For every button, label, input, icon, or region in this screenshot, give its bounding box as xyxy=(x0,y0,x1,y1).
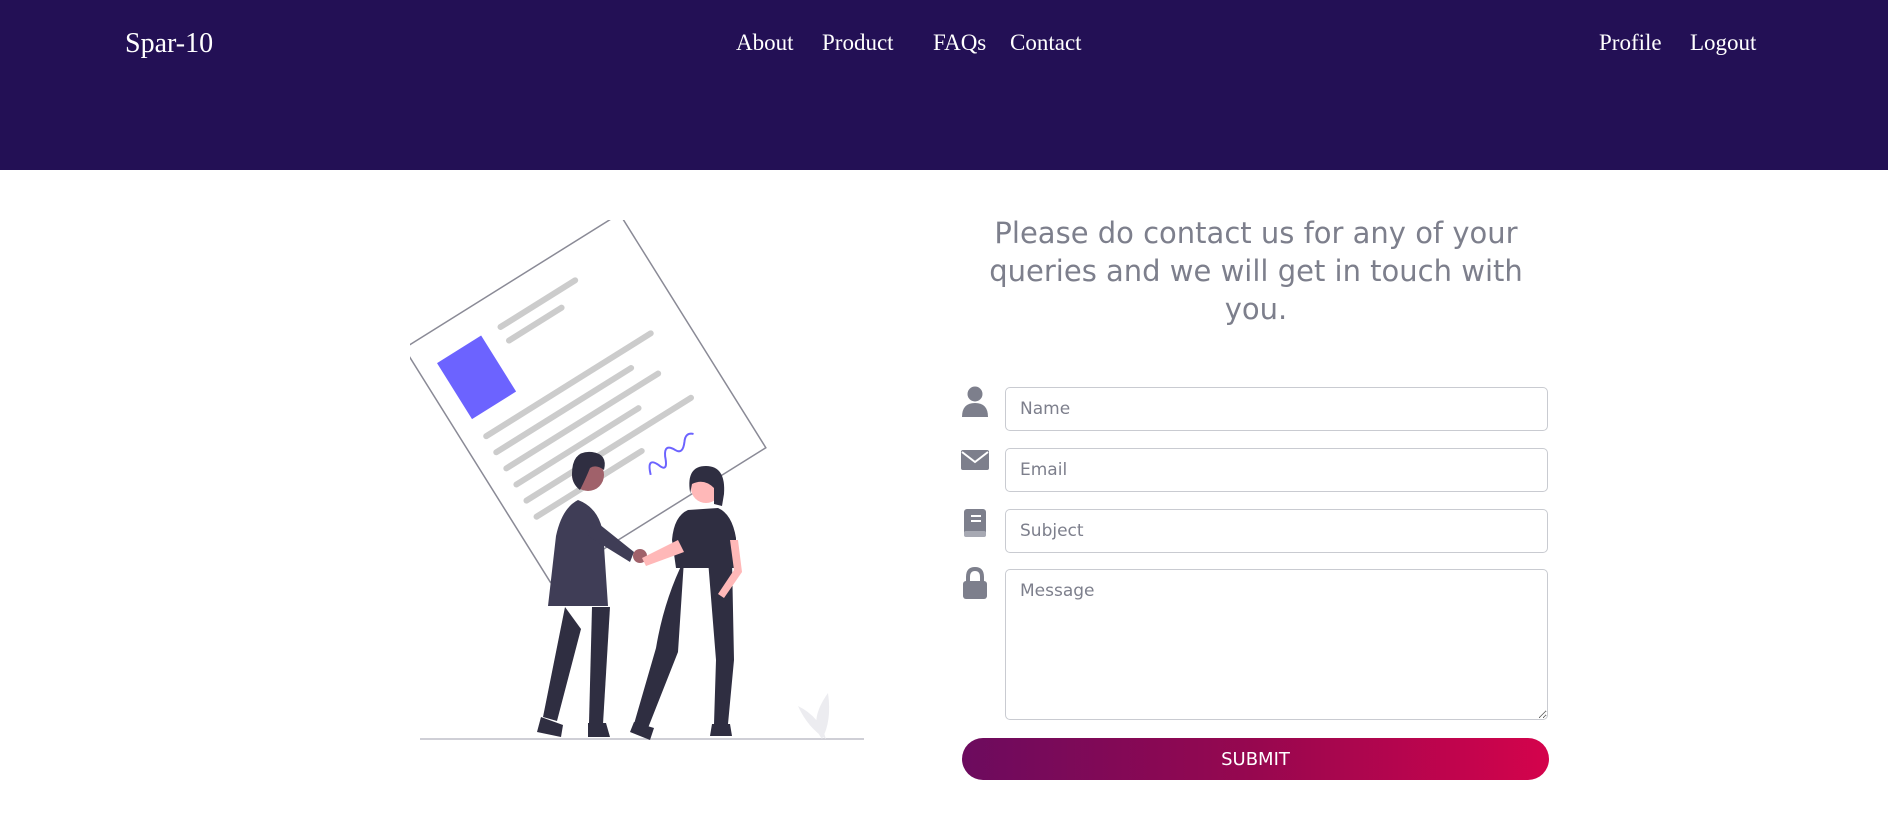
email-input[interactable] xyxy=(1005,448,1548,492)
subject-input[interactable] xyxy=(1005,509,1548,553)
nav-link-about[interactable]: About xyxy=(736,30,794,56)
envelope-icon xyxy=(961,450,989,470)
user-icon xyxy=(962,386,988,417)
message-textarea[interactable] xyxy=(1005,569,1548,720)
name-input[interactable] xyxy=(1005,387,1548,431)
nav-link-contact[interactable]: Contact xyxy=(1010,30,1082,56)
handshake-contract-illustration xyxy=(410,220,864,740)
nav-link-faqs[interactable]: FAQs xyxy=(933,30,986,56)
submit-button[interactable]: SUBMIT xyxy=(962,738,1549,780)
navbar: Spar-10 About Product FAQs Contact Profi… xyxy=(0,0,1888,170)
book-icon xyxy=(964,509,986,537)
brand-logo[interactable]: Spar-10 xyxy=(125,28,213,60)
nav-link-product[interactable]: Product xyxy=(822,30,894,56)
nav-link-profile[interactable]: Profile xyxy=(1599,30,1662,56)
nav-link-logout[interactable]: Logout xyxy=(1690,30,1756,56)
lock-icon xyxy=(963,567,987,599)
contact-heading: Please do contact us for any of your que… xyxy=(989,216,1523,326)
